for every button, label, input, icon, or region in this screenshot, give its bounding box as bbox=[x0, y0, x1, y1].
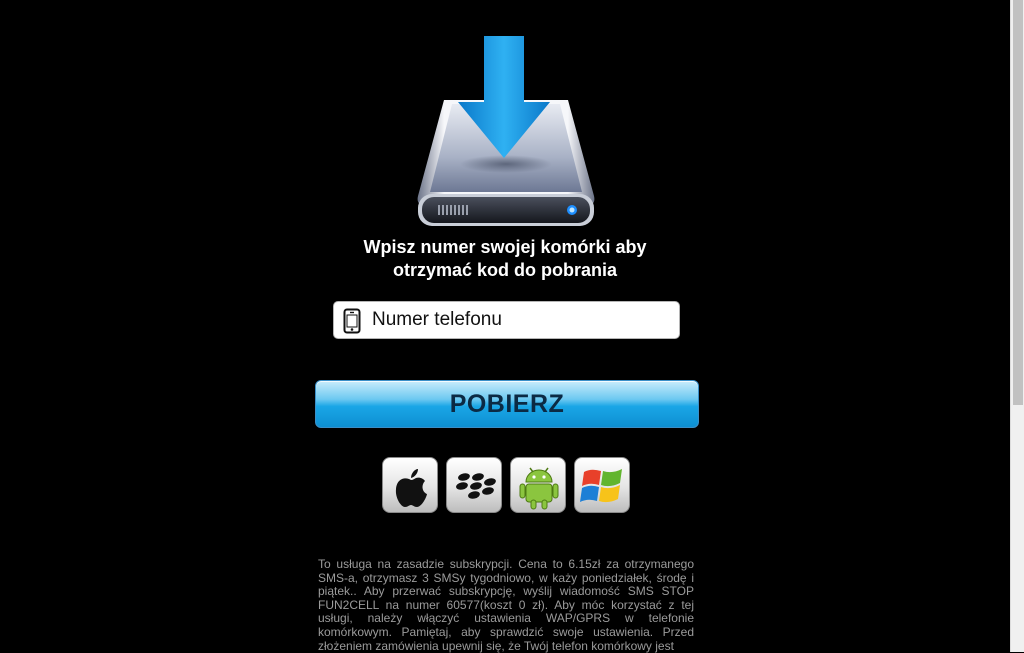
apple-icon bbox=[382, 457, 438, 513]
scrollbar-thumb[interactable] bbox=[1013, 0, 1023, 405]
smartphone-icon bbox=[343, 308, 361, 334]
phone-number-input[interactable] bbox=[372, 305, 672, 335]
subscription-terms: To usługa na zasadzie subskrypcji. Cena … bbox=[318, 557, 694, 653]
phone-number-field[interactable] bbox=[333, 301, 680, 339]
landing-page: Wpisz numer swojej komórki aby otrzymać … bbox=[0, 0, 1010, 652]
headline-line-2: otrzymać kod do pobrania bbox=[392, 260, 618, 280]
windows-icon bbox=[574, 457, 630, 513]
platform-icons bbox=[382, 457, 632, 514]
vertical-scrollbar[interactable] bbox=[1010, 0, 1024, 652]
download-button[interactable]: POBIERZ bbox=[315, 380, 699, 428]
headline-line-1: Wpisz numer swojej komórki aby bbox=[363, 237, 647, 257]
blackberry-icon bbox=[446, 457, 502, 513]
android-icon bbox=[510, 457, 566, 513]
download-drive-icon bbox=[417, 36, 595, 226]
headline: Wpisz numer swojej komórki aby otrzymać … bbox=[305, 236, 705, 282]
